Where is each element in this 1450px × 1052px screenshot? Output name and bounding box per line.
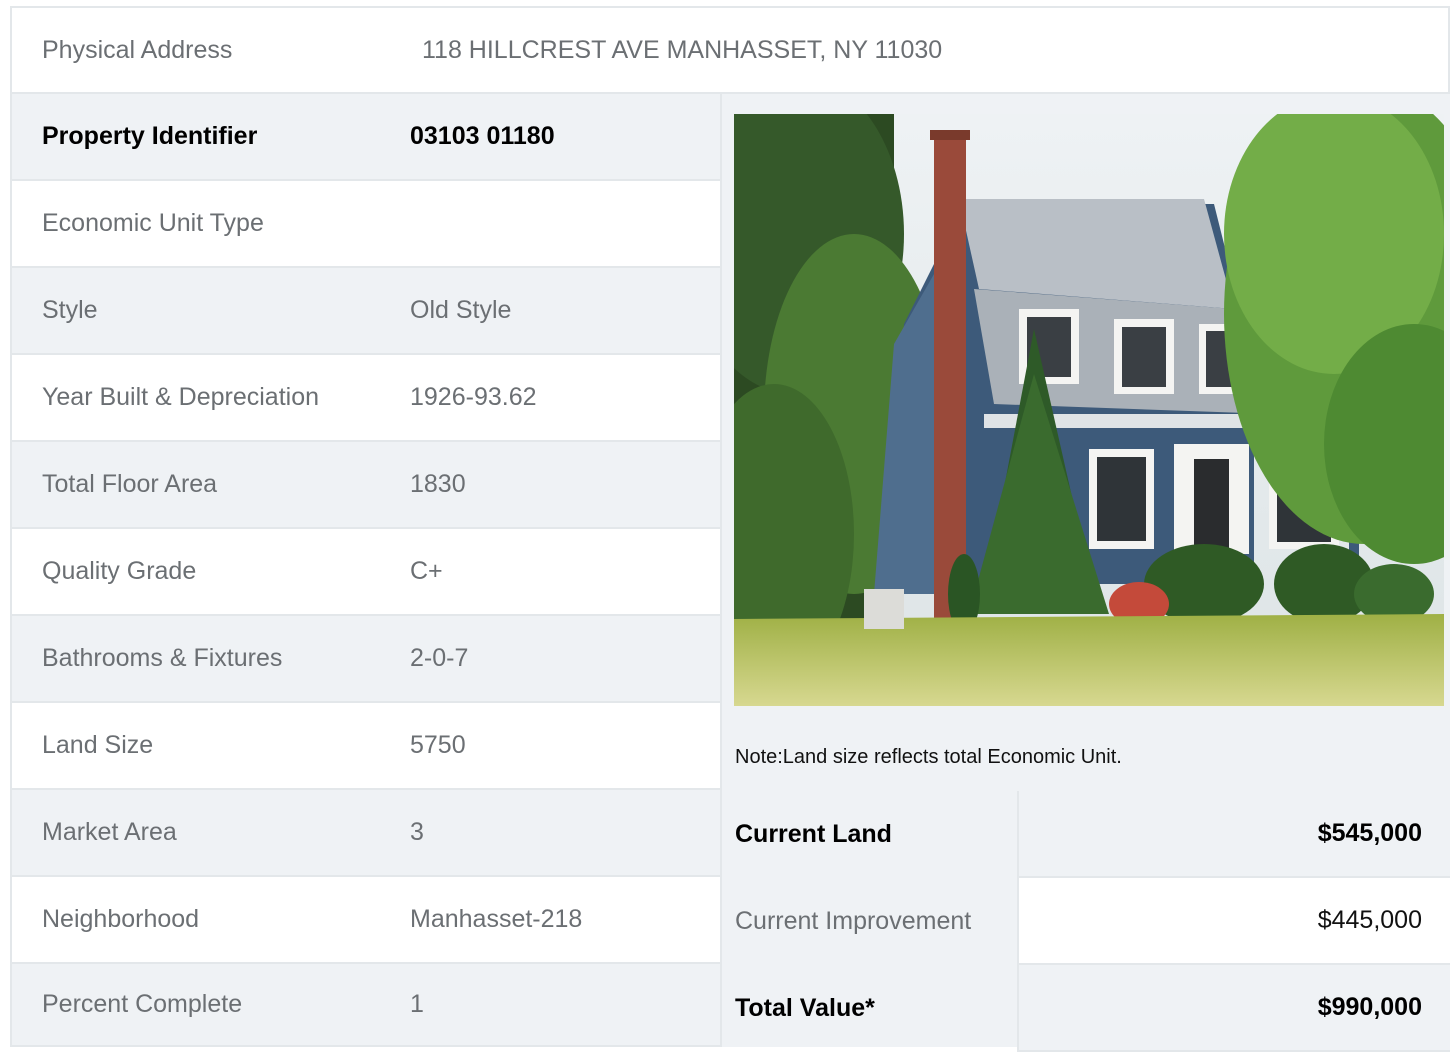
detail-value-cell: 3 — [380, 790, 722, 877]
detail-label-cell: Style — [10, 268, 382, 355]
detail-label-cell: Year Built & Depreciation — [10, 355, 382, 442]
valuation-row: Current Land $545,000 — [722, 791, 1450, 878]
detail-value-cell: 1 — [380, 964, 722, 1047]
current-land-value: $545,000 — [1017, 791, 1450, 878]
address-value-cell: 118 HILLCREST AVE MANHASSET, NY 11030 — [380, 6, 1450, 94]
land-size-note: Note:Land size reflects total Economic U… — [735, 746, 1122, 768]
detail-label-cell: Bathrooms & Fixtures — [10, 616, 382, 703]
detail-label-cell: Neighborhood — [10, 877, 382, 964]
market-area-label: Market Area — [42, 818, 177, 846]
current-improvement-value: $445,000 — [1017, 878, 1450, 965]
detail-value-cell: Manhasset-218 — [380, 877, 722, 964]
valuation-row: Current Improvement $445,000 — [722, 878, 1450, 965]
current-improvement-label: Current Improvement — [735, 907, 972, 935]
year-built-label: Year Built & Depreciation — [42, 383, 320, 411]
detail-value-cell: 1830 — [380, 442, 722, 529]
total-floor-area-value: 1830 — [410, 470, 466, 498]
total-value-label: Total Value* — [735, 994, 875, 1022]
current-land-label: Current Land — [735, 820, 892, 848]
bathrooms-fixtures-label: Bathrooms & Fixtures — [42, 644, 283, 672]
detail-label-cell: Economic Unit Type — [10, 181, 382, 268]
year-built-value: 1926-93.62 — [410, 383, 537, 411]
style-value: Old Style — [410, 296, 512, 324]
right-panel: Note:Land size reflects total Economic U… — [722, 94, 1450, 1052]
bathrooms-fixtures-value: 2-0-7 — [410, 644, 469, 672]
detail-label-cell: Quality Grade — [10, 529, 382, 616]
detail-value-cell: 1926-93.62 — [380, 355, 722, 442]
detail-label-cell: Property Identifier — [10, 94, 382, 181]
house-photo-illustration — [734, 114, 1444, 706]
detail-label-cell: Market Area — [10, 790, 382, 877]
percent-complete-label: Percent Complete — [42, 990, 243, 1018]
property-photo[interactable] — [734, 114, 1444, 706]
detail-label-cell: Land Size — [10, 703, 382, 790]
total-value-value: $990,000 — [1017, 965, 1450, 1052]
detail-value-cell: 2-0-7 — [380, 616, 722, 703]
property-identifier-label: Property Identifier — [42, 122, 258, 150]
economic-unit-type-label: Economic Unit Type — [42, 209, 264, 237]
detail-value-cell: 5750 — [380, 703, 722, 790]
neighborhood-value: Manhasset-218 — [410, 905, 583, 933]
quality-grade-label: Quality Grade — [42, 557, 197, 585]
land-size-label: Land Size — [42, 731, 154, 759]
property-record: Physical Address 118 HILLCREST AVE MANHA… — [10, 6, 1450, 1052]
percent-complete-value: 1 — [410, 990, 424, 1018]
address-value: 118 HILLCREST AVE MANHASSET, NY 11030 — [422, 35, 943, 64]
address-label: Physical Address — [42, 35, 233, 64]
neighborhood-label: Neighborhood — [42, 905, 200, 933]
detail-label-cell: Percent Complete — [10, 964, 382, 1047]
detail-value-cell: Old Style — [380, 268, 722, 355]
detail-value-cell: C+ — [380, 529, 722, 616]
valuation-row: Total Value* $990,000 — [722, 965, 1450, 1052]
property-identifier-value: 03103 01180 — [410, 122, 555, 150]
detail-value-cell: 03103 01180 — [380, 94, 722, 181]
total-floor-area-label: Total Floor Area — [42, 470, 218, 498]
market-area-value: 3 — [410, 818, 424, 846]
quality-grade-value: C+ — [410, 557, 443, 585]
detail-label-cell: Total Floor Area — [10, 442, 382, 529]
detail-value-cell — [380, 181, 722, 268]
style-label: Style — [42, 296, 98, 324]
address-label-cell: Physical Address — [10, 6, 382, 94]
land-size-value: 5750 — [410, 731, 466, 759]
